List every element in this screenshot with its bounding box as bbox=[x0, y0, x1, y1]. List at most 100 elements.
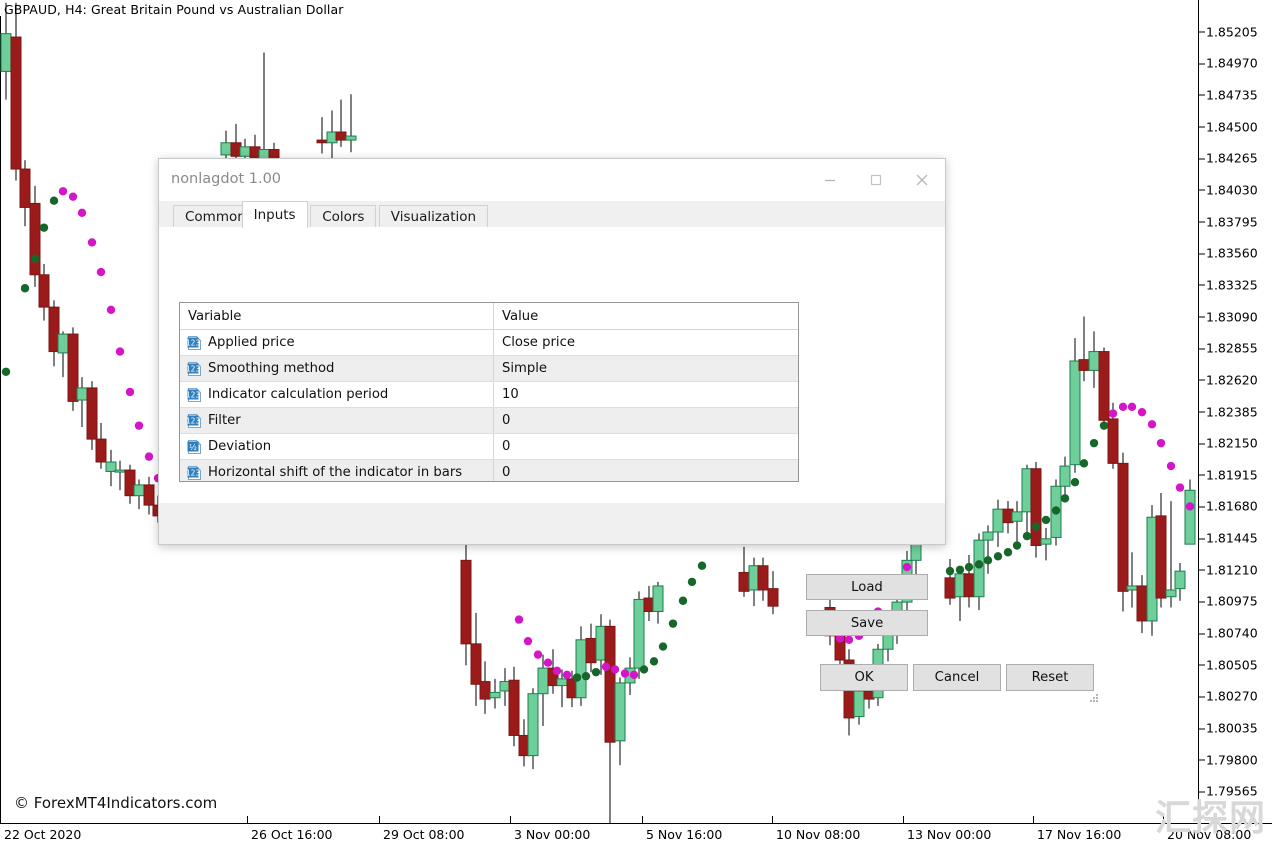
tab-colors[interactable]: Colors bbox=[310, 205, 377, 227]
tab-inputs[interactable]: Inputs bbox=[241, 201, 308, 228]
parameter-name-cell[interactable]: ½ Deviation bbox=[180, 434, 494, 459]
time-axis-tick-mark bbox=[772, 816, 773, 823]
price-axis-tick: 1.83795 bbox=[1199, 214, 1258, 229]
price-tick-label: 1.83090 bbox=[1206, 309, 1258, 325]
price-axis-tick: 1.82855 bbox=[1199, 341, 1258, 356]
parameter-name-cell[interactable]: 123 Applied price bbox=[180, 330, 494, 355]
table-row[interactable]: 123 Filter 0 bbox=[180, 408, 798, 434]
table-header-row: Variable Value bbox=[180, 303, 798, 330]
time-axis-tick: 3 Nov 00:00 bbox=[514, 827, 591, 842]
save-button[interactable]: Save bbox=[806, 610, 928, 636]
column-header-value: Value bbox=[502, 308, 539, 324]
parameter-value-cell[interactable]: 0 bbox=[494, 408, 798, 433]
dialog-titlebar[interactable]: nonlagdot 1.00 bbox=[159, 159, 945, 202]
svg-text:123: 123 bbox=[187, 364, 200, 373]
parameter-value-cell[interactable]: 0 bbox=[494, 434, 798, 459]
price-tick-label: 1.83795 bbox=[1206, 214, 1258, 230]
price-tick-label: 1.80740 bbox=[1206, 625, 1258, 641]
price-axis-tick: 1.79565 bbox=[1199, 784, 1258, 799]
price-tick-label: 1.84500 bbox=[1206, 119, 1258, 135]
cancel-button[interactable]: Cancel bbox=[913, 664, 1001, 691]
price-axis-tick: 1.84030 bbox=[1199, 182, 1258, 197]
svg-text:123: 123 bbox=[187, 390, 200, 399]
price-tick-label: 1.79565 bbox=[1206, 783, 1258, 799]
price-axis-tick: 1.81445 bbox=[1199, 531, 1258, 546]
price-axis-tick: 1.83090 bbox=[1199, 309, 1258, 324]
load-button[interactable]: Load bbox=[806, 574, 928, 600]
maximize-button[interactable] bbox=[853, 159, 899, 201]
time-axis-tick: 29 Oct 08:00 bbox=[383, 827, 465, 842]
price-tick-label: 1.84030 bbox=[1206, 182, 1258, 198]
dialog-title: nonlagdot 1.00 bbox=[171, 171, 282, 187]
minimize-icon bbox=[823, 173, 837, 187]
table-row[interactable]: 123 Applied price Close price bbox=[180, 330, 798, 356]
time-axis-tick: 10 Nov 08:00 bbox=[776, 827, 861, 842]
price-tick-label: 1.79800 bbox=[1206, 752, 1258, 768]
parameter-value-cell[interactable]: Simple bbox=[494, 356, 798, 381]
time-axis-tick: 17 Nov 16:00 bbox=[1037, 827, 1122, 842]
price-axis-tick: 1.81210 bbox=[1199, 562, 1258, 577]
parameters-table[interactable]: Variable Value 123 Applied price Close price… bbox=[179, 302, 799, 482]
price-axis-tick: 1.84500 bbox=[1199, 119, 1258, 134]
time-axis-tick: 13 Nov 00:00 bbox=[907, 827, 992, 842]
price-axis-tick: 1.80740 bbox=[1199, 626, 1258, 641]
price-tick-label: 1.84265 bbox=[1206, 150, 1258, 166]
column-header-variable: Variable bbox=[180, 303, 494, 329]
price-tick-label: 1.80505 bbox=[1206, 657, 1258, 673]
price-tick-label: 1.82385 bbox=[1206, 404, 1258, 419]
price-axis-tick: 1.85205 bbox=[1199, 24, 1258, 39]
minimize-button[interactable] bbox=[807, 159, 853, 201]
table-row[interactable]: ½ Deviation 0 bbox=[180, 434, 798, 460]
int-123-icon: 123 bbox=[187, 465, 202, 481]
time-axis-tick-mark bbox=[1033, 816, 1034, 823]
price-axis-tick: 1.80975 bbox=[1199, 594, 1258, 609]
parameter-name-label: Applied price bbox=[208, 335, 295, 350]
price-axis-tick: 1.81915 bbox=[1199, 467, 1258, 482]
resize-grip[interactable] bbox=[1088, 689, 1100, 702]
parameter-name-cell[interactable]: 123 Indicator calculation period bbox=[180, 382, 494, 407]
table-row[interactable]: 123 Indicator calculation period 10 bbox=[180, 382, 798, 408]
close-button[interactable] bbox=[899, 159, 945, 201]
time-axis-tick: 5 Nov 16:00 bbox=[646, 827, 723, 842]
time-axis-tick-mark bbox=[903, 816, 904, 823]
ok-button[interactable]: OK bbox=[820, 664, 908, 691]
price-tick-label: 1.81915 bbox=[1206, 467, 1258, 483]
price-axis-tick: 1.79800 bbox=[1199, 752, 1258, 767]
tab-visualization[interactable]: Visualization bbox=[378, 205, 489, 227]
table-row[interactable]: 123 Smoothing method Simple bbox=[180, 356, 798, 382]
price-axis-tick: 1.84970 bbox=[1199, 56, 1258, 71]
time-axis-tick: 26 Oct 16:00 bbox=[251, 827, 333, 842]
price-tick-label: 1.80975 bbox=[1206, 593, 1258, 609]
parameter-value-cell[interactable]: 10 bbox=[494, 382, 798, 407]
parameter-name-cell[interactable]: 123 Horizontal shift of the indicator in … bbox=[180, 460, 494, 481]
parameter-value-cell[interactable]: 0 bbox=[494, 460, 798, 481]
price-tick-label: 1.84735 bbox=[1206, 87, 1258, 103]
maximize-icon bbox=[869, 173, 883, 187]
int-123-icon: 123 bbox=[187, 387, 202, 403]
time-axis-tick: 22 Oct 2020 bbox=[4, 827, 82, 842]
parameter-name-cell[interactable]: 123 Smoothing method bbox=[180, 356, 494, 381]
dialog-tabstrip[interactable]: Common Inputs Colors Visualization bbox=[159, 201, 945, 228]
price-axis-tick: 1.81680 bbox=[1199, 499, 1258, 514]
price-tick-label: 1.81445 bbox=[1206, 530, 1258, 546]
price-axis-tick: 1.82620 bbox=[1199, 372, 1258, 387]
indicator-properties-dialog[interactable]: nonlagdot 1.00 Common Inputs Colors Visu… bbox=[158, 158, 1098, 702]
parameter-name-cell[interactable]: 123 Filter bbox=[180, 408, 494, 433]
int-123-icon: 123 bbox=[187, 361, 202, 377]
parameter-name-label: Filter bbox=[208, 413, 241, 428]
price-axis-tick: 1.80270 bbox=[1199, 689, 1258, 704]
price-tick-label: 1.82620 bbox=[1206, 372, 1258, 388]
time-axis-tick-mark bbox=[247, 816, 248, 823]
float-half-icon: ½ bbox=[187, 439, 202, 455]
watermark-label: 汇探网 bbox=[1154, 798, 1266, 839]
svg-text:123: 123 bbox=[187, 468, 200, 477]
price-tick-label: 1.80035 bbox=[1206, 720, 1258, 736]
reset-button[interactable]: Reset bbox=[1006, 664, 1094, 691]
price-tick-label: 1.85205 bbox=[1206, 24, 1258, 40]
svg-text:123: 123 bbox=[187, 338, 200, 347]
time-axis-tick-mark bbox=[642, 816, 643, 823]
time-axis-line bbox=[0, 823, 1272, 824]
parameter-value-cell[interactable]: Close price bbox=[494, 330, 798, 355]
table-row[interactable]: 123 Horizontal shift of the indicator in … bbox=[180, 460, 798, 481]
price-tick-label: 1.81680 bbox=[1206, 498, 1258, 514]
